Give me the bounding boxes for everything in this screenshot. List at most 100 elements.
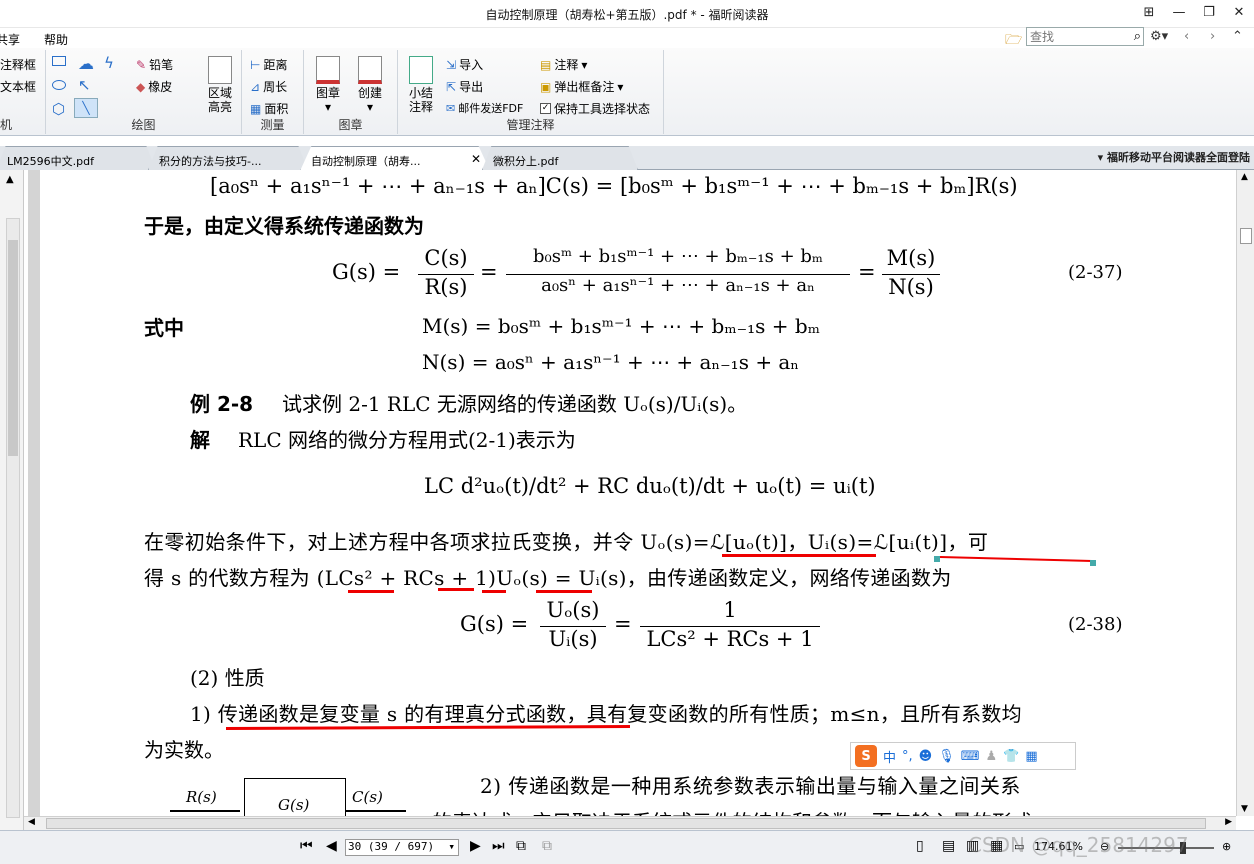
back-icon[interactable]: ‹ [1184, 29, 1189, 44]
eraser-button[interactable]: ◆ 橡皮 [136, 78, 172, 95]
close-tab-icon[interactable]: ✕ [471, 152, 481, 166]
paragraph: 式中 [144, 316, 184, 340]
left-scroll-thumb[interactable] [8, 240, 18, 456]
keyboard-icon[interactable]: ⌨ [961, 749, 980, 764]
fraction-den: Uᵢ(s) [540, 626, 606, 651]
ellipse-icon[interactable] [52, 80, 66, 90]
label: 橡皮 [148, 80, 173, 94]
close-button[interactable]: ✕ [1224, 0, 1254, 24]
textbox-button[interactable]: 文本框 [0, 78, 36, 95]
underline-annotation[interactable] [438, 588, 474, 591]
horizontal-scrollbar[interactable]: ◀ ▶ [24, 816, 1236, 830]
single-page-icon[interactable]: ▯ [916, 838, 924, 854]
underline-annotation[interactable] [348, 590, 394, 593]
vertical-scroll-thumb[interactable] [1240, 228, 1252, 244]
underline-annotation[interactable] [536, 590, 592, 593]
next-page-icon[interactable]: ▶ [470, 838, 481, 854]
menu-grid-icon[interactable]: ▦ [1025, 749, 1037, 764]
import-icon: ⇲ [446, 57, 457, 72]
cloud-icon[interactable]: ☁ [78, 54, 94, 73]
import-button[interactable]: ⇲ 导入 [446, 56, 483, 73]
underline-annotation[interactable] [482, 590, 506, 593]
user-icon[interactable]: ♟ [986, 749, 998, 764]
vertical-scrollbar[interactable]: ▲ ▼ [1236, 170, 1254, 816]
annotation-button[interactable]: ▤ 注释 ▾ [540, 56, 587, 73]
tab-integral[interactable]: 积分的方法与技巧-... [148, 146, 308, 170]
search-icon[interactable]: ⌕ [1134, 29, 1141, 44]
label: 创建 [357, 86, 382, 100]
menu-help[interactable]: 帮助 [44, 31, 68, 48]
punctuation-icon[interactable]: °, [902, 749, 913, 764]
annotation-handle[interactable] [1090, 560, 1096, 566]
annotation-handle[interactable] [934, 556, 940, 562]
search-box[interactable]: ⌕ [1026, 27, 1144, 46]
skin-icon[interactable]: 👕 [1003, 749, 1019, 764]
prev-page-icon[interactable]: ◀ [326, 838, 337, 854]
tab-lm2596[interactable]: LM2596中文.pdf [0, 146, 156, 170]
stamp-button[interactable]: 图章 ▾ [312, 56, 344, 114]
popup-note-button[interactable]: ▣ 弹出框备注 ▾ [540, 78, 623, 95]
keep-tool-checkbox[interactable]: ✓ 保持工具选择状态 [540, 100, 650, 117]
lightning-icon[interactable]: ϟ [104, 54, 114, 72]
scroll-down-icon[interactable]: ▼ [1241, 804, 1248, 814]
label: 周长 [263, 80, 288, 94]
tab-label: LM2596中文.pdf [7, 155, 94, 168]
previous-view-icon[interactable]: ⧉ [516, 838, 526, 854]
export-button[interactable]: ⇱ 导出 [446, 78, 483, 95]
arrow-icon[interactable]: ↖ [78, 76, 91, 94]
underline-annotation[interactable] [939, 556, 1093, 562]
horizontal-scroll-thumb[interactable] [46, 818, 1206, 829]
layout-icon[interactable]: ⊞ [1134, 0, 1164, 24]
area-button[interactable]: ▦ 面积 [250, 100, 288, 117]
summary-button[interactable]: 小结 注释 [404, 56, 438, 114]
page-gutter [28, 170, 40, 816]
tab-auto-control[interactable]: 自动控制原理（胡寿... ✕ [300, 146, 490, 171]
emoji-icon[interactable]: ☻ [919, 749, 933, 764]
label: 距离 [263, 58, 288, 72]
create-button[interactable]: 创建 ▾ [354, 56, 386, 114]
label: 弹出框备注 [554, 80, 615, 94]
last-page-icon[interactable]: ⏭ [492, 838, 505, 854]
email-fdf-button[interactable]: ✉ 邮件发送FDF [446, 100, 523, 116]
area-icon: ▦ [250, 101, 262, 116]
page-number-input[interactable]: 30 (39 / 697) ▾ [345, 839, 459, 856]
paragraph: 在零初始条件下，对上述方程中各项求拉氏变换，并令 Uₒ(s)=ℒ[uₒ(t)]，… [144, 530, 989, 554]
textbox-annot-button[interactable]: 注释框 [0, 56, 36, 73]
scroll-left-icon[interactable]: ◀ [28, 817, 35, 827]
continuous-page-icon[interactable]: ▤ [942, 838, 955, 854]
line-icon[interactable]: ╲ [74, 98, 98, 118]
menu-share[interactable]: 共享 [0, 31, 20, 48]
rectangle-icon[interactable] [52, 56, 66, 66]
zoom-in-icon[interactable]: ⊕ [1222, 840, 1231, 853]
first-page-icon[interactable]: ⏮ [300, 838, 313, 854]
next-view-icon[interactable]: ⧉ [542, 838, 552, 854]
tab-calculus[interactable]: 微积分上.pdf [482, 146, 638, 170]
expand-icon[interactable]: ⌃ [1232, 29, 1243, 44]
group-label: 测量 [260, 118, 285, 132]
search-input[interactable] [1027, 28, 1123, 45]
pencil-button[interactable]: ✎ 铅笔 [136, 56, 173, 73]
summary-icon [409, 56, 433, 84]
underline-annotation[interactable] [722, 554, 876, 557]
scroll-right-icon[interactable]: ▶ [1225, 817, 1232, 827]
sogou-logo-icon: S [855, 745, 877, 767]
group-label: 机 [0, 118, 13, 132]
settings-icon[interactable]: ⚙▾ [1150, 29, 1168, 44]
perimeter-button[interactable]: ⊿ 周长 [250, 78, 287, 95]
scroll-up-icon[interactable]: ▲ [1241, 172, 1248, 182]
mic-icon[interactable]: 🎙 [938, 749, 955, 764]
label: 保持工具选择状态 [554, 102, 651, 116]
area-highlight-button[interactable]: 区域 高亮 [202, 56, 238, 114]
ad-banner[interactable]: ▾ 福昕移动平台阅读器全面登陆 [1098, 149, 1250, 165]
ime-lang[interactable]: 中 [883, 747, 896, 766]
label: 铅笔 [149, 58, 174, 72]
maximize-button[interactable]: ❐ [1194, 0, 1224, 24]
block-label: G(s) [278, 796, 310, 814]
ad-text: 福昕移动平台阅读器全面登陆 [1107, 151, 1250, 164]
group-measure: ⊢ 距离 ⊿ 周长 ▦ 面积 测量 [242, 50, 304, 134]
distance-button[interactable]: ⊢ 距离 [250, 56, 287, 73]
scroll-up-icon[interactable]: ▲ [6, 174, 14, 185]
minimize-button[interactable]: — [1164, 0, 1194, 24]
forward-icon[interactable]: › [1210, 29, 1215, 44]
ime-toolbar[interactable]: S 中 °, ☻ 🎙 ⌨ ♟ 👕 ▦ [850, 742, 1076, 770]
